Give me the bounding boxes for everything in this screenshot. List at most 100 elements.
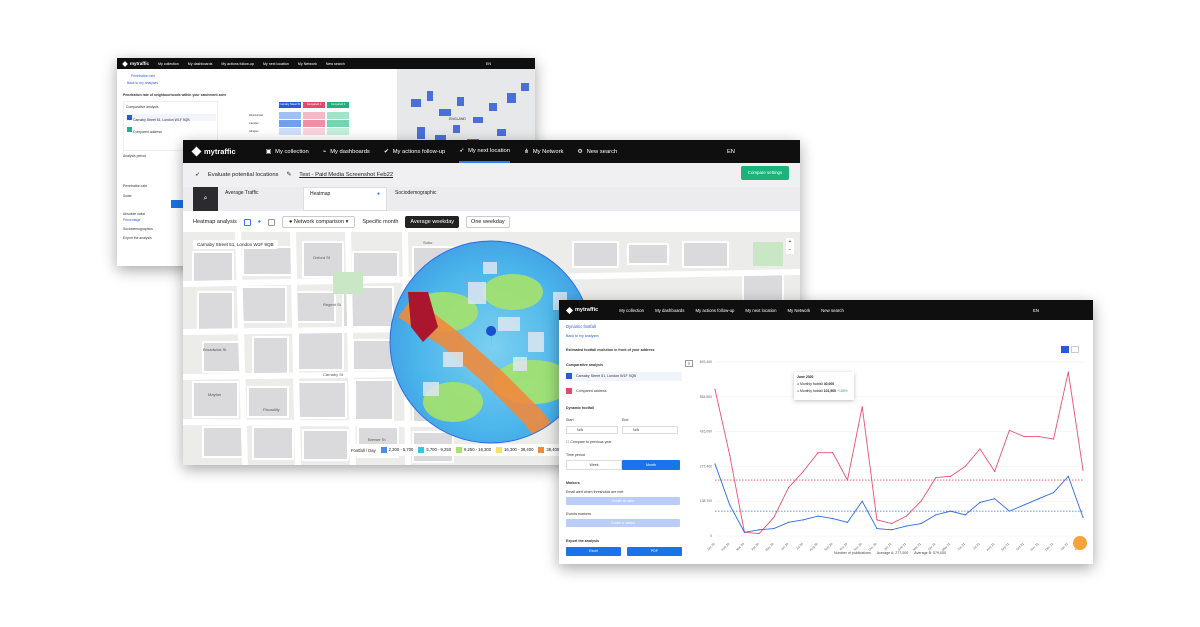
nav-new-search[interactable]: New search bbox=[326, 62, 345, 66]
location-2[interactable]: Compared address bbox=[566, 387, 682, 396]
nav-my-dashboards[interactable]: ⌁ My dashboards bbox=[323, 140, 370, 163]
top-navbar: mytraffic My collection My dashboards My… bbox=[117, 58, 535, 69]
absolute-option[interactable]: Absolute value bbox=[123, 212, 145, 216]
language-selector[interactable]: EN bbox=[727, 149, 735, 155]
start-date-input[interactable]: N/A bbox=[566, 426, 618, 434]
comparative-label: Comparative analysis bbox=[126, 105, 159, 109]
network-checkbox[interactable] bbox=[268, 218, 276, 226]
street-label: Broadwick St bbox=[203, 347, 227, 352]
data-point bbox=[758, 529, 760, 531]
compare-settings-button[interactable]: Compare settings bbox=[741, 166, 789, 180]
y-tick-label: 554,800 bbox=[700, 395, 712, 399]
create-alert-button[interactable]: Create an alert bbox=[566, 497, 680, 505]
heatmap-checkbox[interactable] bbox=[243, 218, 251, 226]
edit-icon[interactable]: ✎ bbox=[286, 172, 291, 178]
legend-item: 5,700 - 9,250 bbox=[418, 447, 451, 453]
month-button[interactable]: Month bbox=[622, 460, 680, 470]
actions-icon: ✔ bbox=[383, 148, 389, 155]
excel-button[interactable]: Excel bbox=[566, 547, 621, 556]
end-label: End bbox=[622, 418, 629, 422]
data-point bbox=[949, 475, 952, 477]
back-link[interactable]: Back to my analyses bbox=[566, 334, 599, 338]
x-tick-label: Sep 21 bbox=[1000, 542, 1010, 552]
page-title[interactable]: Dynamic footfall bbox=[566, 324, 596, 329]
data-point bbox=[1023, 504, 1025, 506]
nav-my-collection[interactable]: ▣ My collection bbox=[266, 140, 309, 163]
tab-sociodemographic[interactable]: Sociodemographic bbox=[395, 190, 436, 196]
data-point bbox=[773, 516, 775, 518]
street-label: Brewer St bbox=[368, 437, 386, 442]
end-date-input[interactable]: N/A bbox=[622, 426, 678, 434]
nav-my-next-location[interactable]: ➶ My next location bbox=[459, 140, 510, 163]
network-icon: ● bbox=[289, 219, 293, 225]
nav-my-network[interactable]: My Network bbox=[787, 308, 810, 313]
language-selector[interactable]: EN bbox=[486, 62, 491, 66]
week-button[interactable]: Week bbox=[566, 460, 622, 470]
network-comparison-select[interactable]: ● Network comparison ▾ bbox=[282, 216, 356, 228]
data-point bbox=[1052, 491, 1055, 494]
nav-my-dashboards[interactable]: My dashboards bbox=[655, 308, 684, 313]
location-1[interactable]: Carnaby Street 51, London W1F 9QB bbox=[126, 114, 216, 122]
tab-average-traffic[interactable]: Average Traffic bbox=[225, 190, 258, 196]
nav-my-actions[interactable]: My actions follow-up bbox=[221, 62, 254, 66]
compare-prev-checkbox[interactable]: ☐ Compare to previous year bbox=[566, 440, 612, 444]
analysis-period-label: Analysis period bbox=[123, 154, 146, 158]
estimated-label: Estimated footfall evolution in front of… bbox=[566, 348, 655, 352]
legend-item: Number of publications bbox=[834, 551, 871, 555]
data-point bbox=[920, 522, 922, 525]
percentage-option[interactable]: Percentage bbox=[123, 218, 140, 222]
x-tick-label: Jul 21 bbox=[972, 542, 981, 551]
nav-new-search[interactable]: New search bbox=[821, 308, 844, 313]
location-2[interactable]: Compared address bbox=[126, 126, 216, 134]
nav-my-actions[interactable]: My actions follow-up bbox=[695, 308, 734, 313]
average-weekday-pill[interactable]: Average weekday bbox=[405, 216, 460, 228]
nav-my-collection[interactable]: My collection bbox=[619, 308, 644, 313]
nav-new-search[interactable]: ⚙ New search bbox=[577, 140, 617, 163]
specific-month-option[interactable]: Specific month bbox=[362, 219, 398, 225]
nav-my-actions[interactable]: ✔ My actions follow-up bbox=[384, 140, 445, 163]
nav-my-network[interactable]: My Network bbox=[298, 62, 317, 66]
zoom-controls[interactable]: + − bbox=[786, 238, 794, 254]
pdf-button[interactable]: PDF bbox=[627, 547, 682, 556]
dynamic-footfall-label: Dynamic footfall bbox=[566, 406, 594, 410]
chart-tooltip: June 2020 ● Monthly footfall 40,000 ● Mo… bbox=[794, 372, 854, 400]
create-event-button[interactable]: Create a marker bbox=[566, 519, 680, 527]
x-tick-label: Sep 20 bbox=[823, 542, 833, 552]
y-tick-label: 693,400 bbox=[700, 360, 712, 364]
table-cell bbox=[303, 112, 325, 119]
location-1[interactable]: Carnaby Street 51, London W1F 9QB bbox=[566, 372, 682, 381]
tab-heatmap[interactable]: Heatmap ● bbox=[303, 187, 387, 211]
nav-my-dashboards[interactable]: My dashboards bbox=[188, 62, 213, 66]
x-tick-label: Jun 20 bbox=[780, 542, 790, 552]
data-point bbox=[994, 498, 996, 500]
table-cell bbox=[327, 120, 349, 127]
y-tick-label: 138,700 bbox=[700, 499, 712, 503]
nav-my-network[interactable]: ⋔ My Network bbox=[524, 140, 563, 163]
nav-my-next-location[interactable]: My next location bbox=[745, 308, 776, 313]
data-point bbox=[935, 476, 937, 479]
search-icon[interactable]: ⌕ bbox=[193, 187, 218, 211]
data-point bbox=[1008, 510, 1010, 512]
chat-button[interactable] bbox=[1073, 536, 1087, 550]
data-point bbox=[920, 500, 922, 502]
filter-row: Heatmap analysis ● ● Network comparison … bbox=[183, 212, 800, 232]
scale-toggle[interactable] bbox=[171, 200, 183, 208]
data-point bbox=[905, 515, 907, 517]
page-title[interactable]: Penetration rate bbox=[131, 74, 155, 78]
language-selector[interactable]: EN bbox=[1033, 308, 1039, 313]
project-title[interactable]: Test - Paid Media Screenshot Feb22 bbox=[299, 172, 393, 178]
subtitle: Penetration rate of neighbourhoods withi… bbox=[123, 93, 227, 97]
zoom-out-icon[interactable]: − bbox=[786, 246, 794, 254]
export-label[interactable]: Export the analysis bbox=[123, 236, 152, 240]
nav-my-collection[interactable]: My collection bbox=[158, 62, 179, 66]
one-weekday-pill[interactable]: One weekday bbox=[466, 216, 510, 228]
sociodemographics-label: Sociodemographics bbox=[123, 227, 153, 231]
gear-icon: ⚙ bbox=[577, 148, 583, 155]
nav-my-next-location[interactable]: My next location bbox=[263, 62, 289, 66]
x-tick-label: Feb 20 bbox=[721, 542, 731, 552]
table-cell bbox=[327, 112, 349, 119]
back-link[interactable]: Back to my analyses bbox=[127, 81, 158, 85]
zoom-in-icon[interactable]: + bbox=[786, 238, 794, 246]
x-tick-label: May 20 bbox=[764, 542, 774, 552]
x-tick-label: Aug 20 bbox=[809, 542, 819, 552]
